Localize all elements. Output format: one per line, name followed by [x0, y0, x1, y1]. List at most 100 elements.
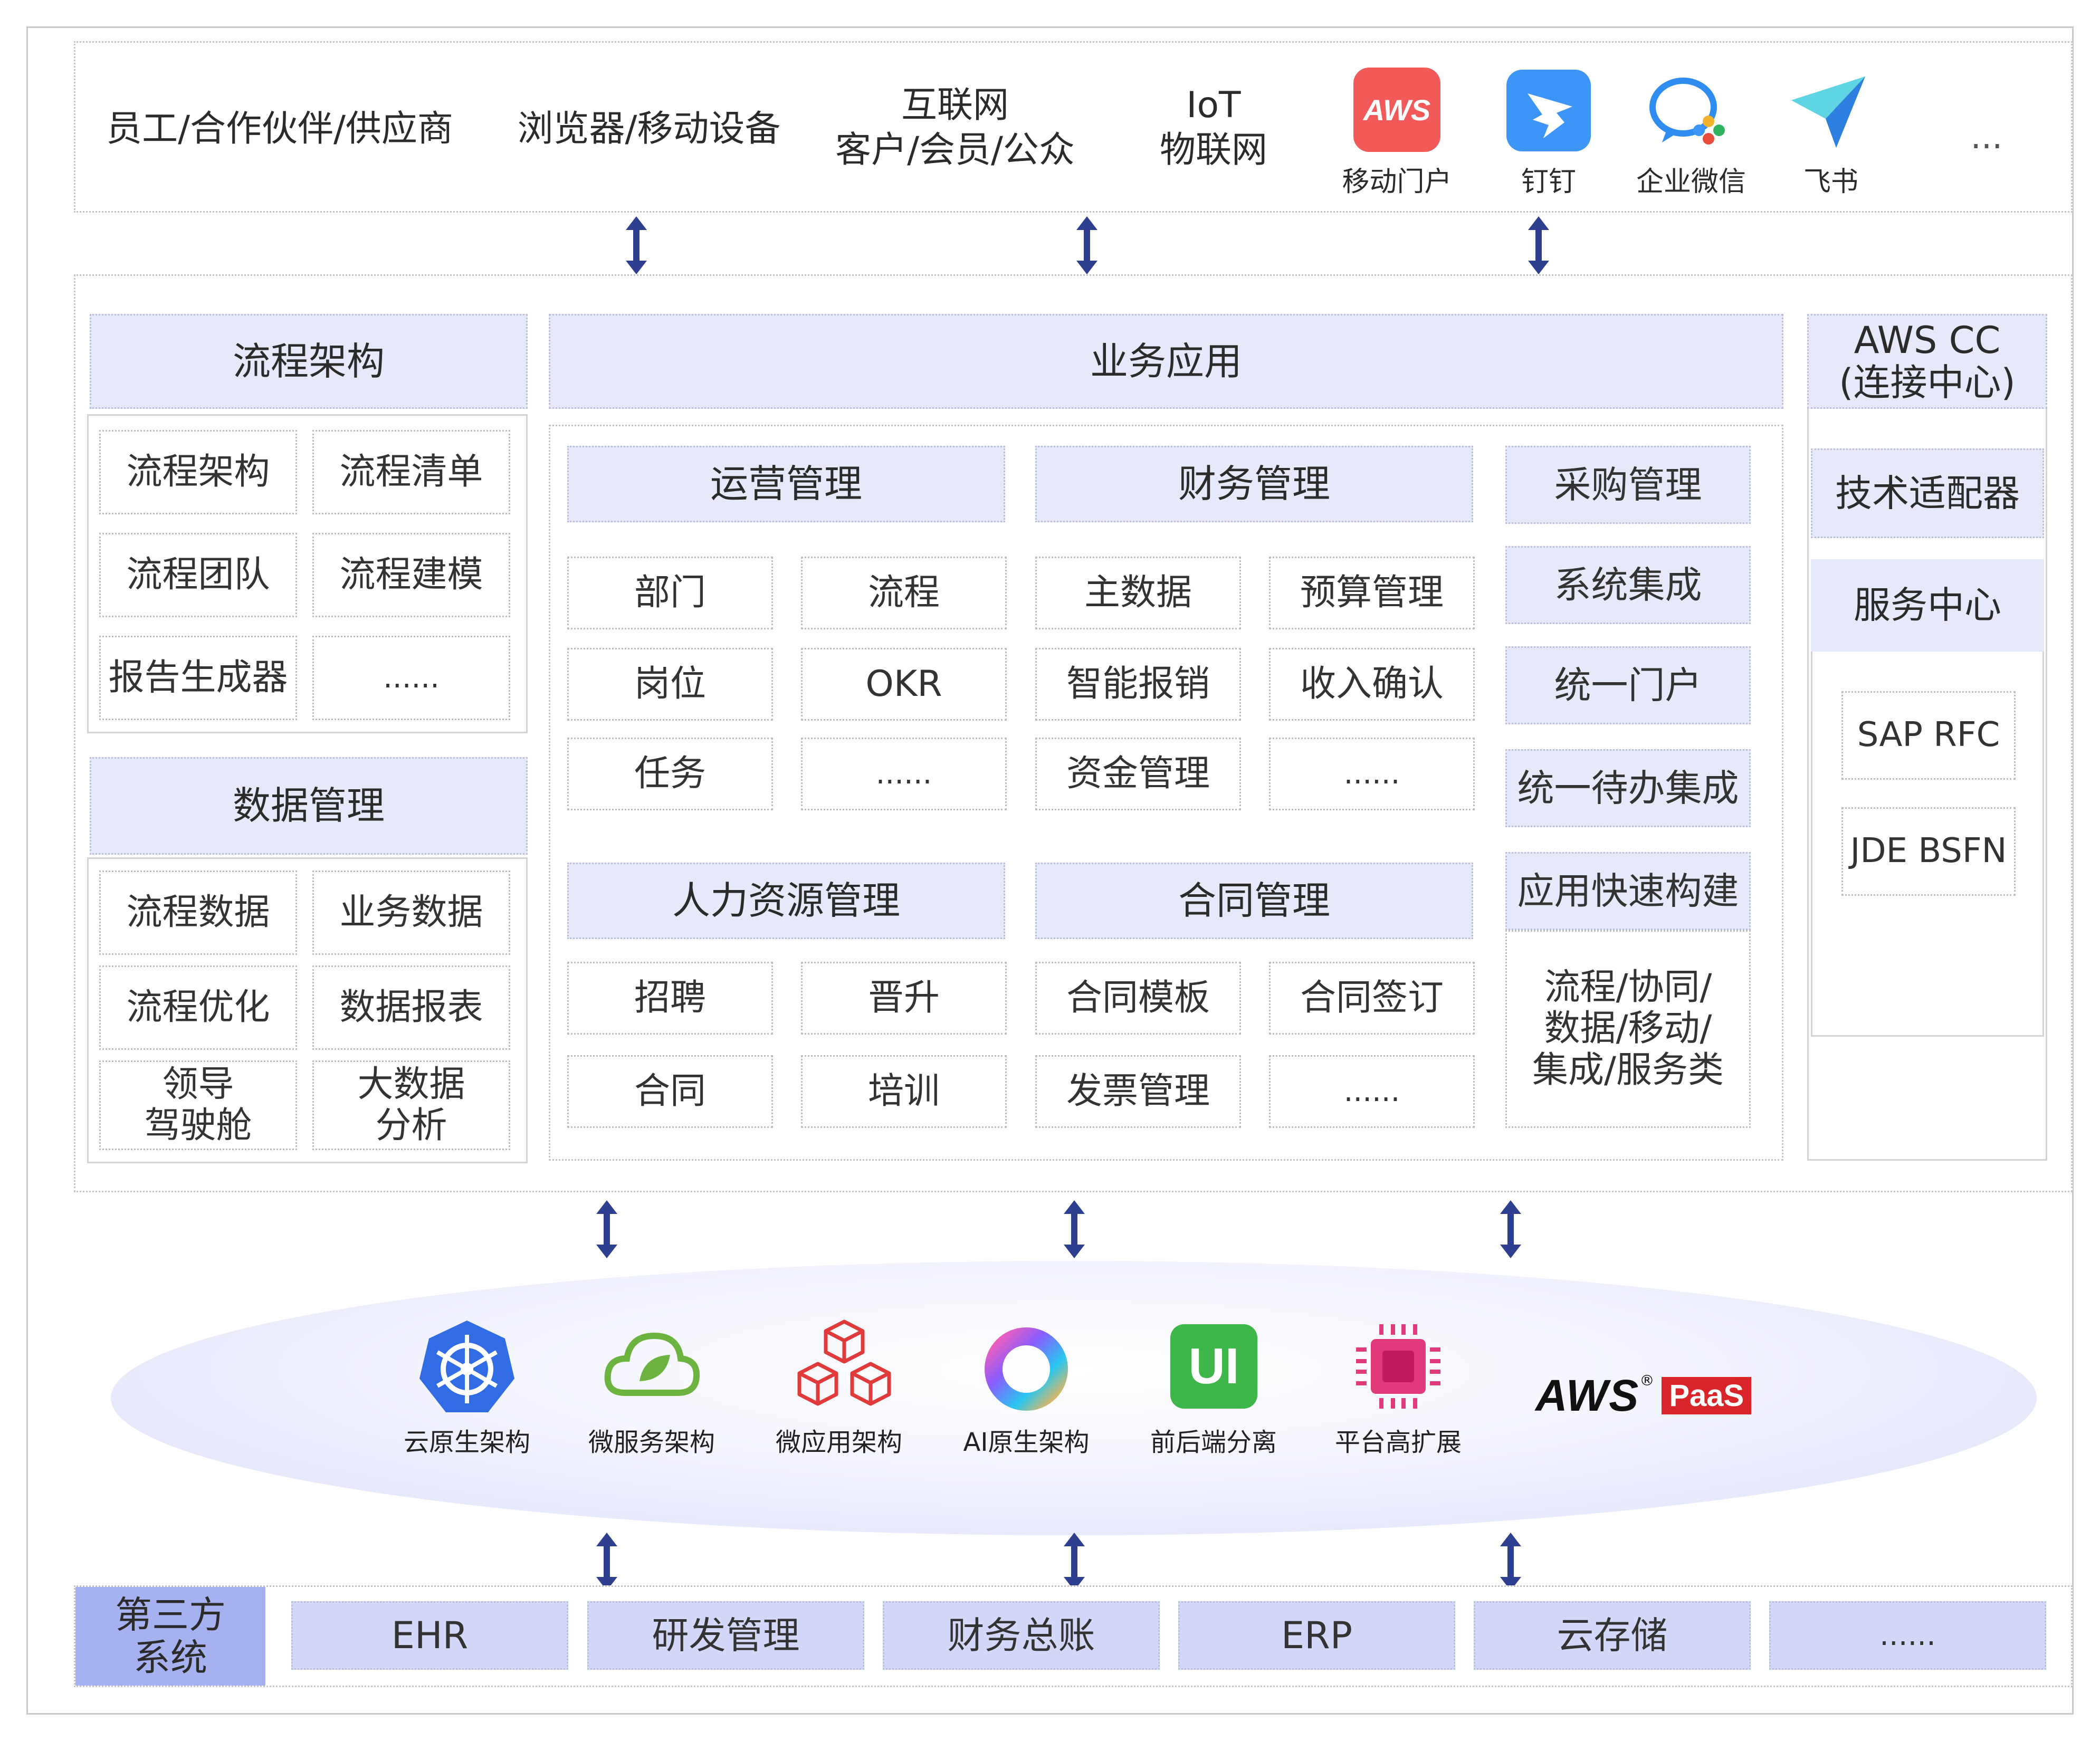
- contract-item: 发票管理: [1035, 1055, 1241, 1128]
- hr-item: 晋升: [801, 962, 1007, 1035]
- leader-cockpit-line2: 驾驶舱: [144, 1105, 252, 1146]
- operations-header: 运营管理: [567, 446, 1005, 522]
- double-arrow-icon: [1500, 1200, 1521, 1258]
- contract-item: 合同模板: [1035, 962, 1241, 1035]
- third-party-item: EHR: [291, 1601, 568, 1670]
- finance-item: 主数据: [1035, 557, 1241, 629]
- data-item: 数据报表: [312, 965, 510, 1050]
- contract-header: 合同管理: [1035, 863, 1473, 939]
- big-data-line2: 分析: [375, 1105, 447, 1146]
- contract-item: ......: [1269, 1055, 1475, 1128]
- unified-portal-item: 统一门户: [1505, 646, 1751, 724]
- aws-paas-logo: AWS ® PaaS: [1535, 1366, 1778, 1424]
- cubes-icon: [789, 1316, 900, 1417]
- finance-item: ......: [1269, 738, 1475, 810]
- tech-adapter-item: 技术适配器: [1811, 448, 2044, 538]
- big-data-line1: 大数据: [357, 1063, 465, 1105]
- tech-label: 微服务架构: [588, 1428, 715, 1458]
- channel-iot-sub: 物联网: [1159, 129, 1267, 171]
- channel-employees: 员工/合作伙伴/供应商: [106, 108, 453, 150]
- finance-item: 收入确认: [1269, 648, 1475, 721]
- app-label-feishu: 飞书: [1803, 166, 1858, 198]
- business-apps-header: 业务应用: [549, 314, 1783, 409]
- contract-item: 合同签订: [1269, 962, 1475, 1035]
- third-party-line1: 第三方: [115, 1593, 226, 1637]
- double-arrow-icon: [626, 216, 647, 274]
- ui-icon-text: UI: [1188, 1338, 1239, 1394]
- hr-item: 培训: [801, 1055, 1007, 1128]
- process-item: 报告生成器: [99, 636, 297, 720]
- third-party-item: 财务总账: [883, 1601, 1160, 1670]
- finance-item: 资金管理: [1035, 738, 1241, 810]
- rapid-build-header: 应用快速构建: [1505, 852, 1751, 930]
- kubernetes-icon: [414, 1316, 520, 1422]
- operations-item: OKR: [801, 648, 1007, 721]
- tech-label: 前后端分离: [1150, 1428, 1277, 1458]
- hr-header: 人力资源管理: [567, 863, 1005, 939]
- rapid-build-line2: 数据/移动/: [1544, 1008, 1712, 1050]
- double-arrow-icon: [1528, 216, 1549, 274]
- third-party-line2: 系统: [133, 1635, 207, 1679]
- app-label-wecom: 企业微信: [1636, 166, 1746, 198]
- finance-item: 智能报销: [1035, 648, 1241, 721]
- more-apps-ellipsis: ...: [1970, 117, 2003, 157]
- big-data-analysis-item: 大数据 分析: [312, 1060, 510, 1150]
- rapid-build-types: 流程/协同/ 数据/移动/ 集成/服务类: [1505, 930, 1751, 1128]
- double-arrow-icon: [596, 1533, 617, 1591]
- operations-item: ......: [801, 738, 1007, 810]
- channel-iot-title: IoT: [1186, 84, 1241, 127]
- app-label-mobile-portal: 移动门户: [1342, 166, 1452, 198]
- data-item: 流程优化: [99, 965, 297, 1050]
- third-party-item: 云存储: [1474, 1601, 1751, 1670]
- process-item: ......: [312, 636, 510, 720]
- service-center-header: 服务中心: [1811, 559, 2044, 652]
- aws-cc-header: AWS CC (连接中心): [1807, 314, 2047, 409]
- double-arrow-icon: [1064, 1533, 1085, 1591]
- tech-label: 云原生架构: [403, 1428, 530, 1458]
- data-item: 业务数据: [312, 870, 510, 955]
- ai-ring-icon: [979, 1322, 1074, 1417]
- leader-cockpit-line1: 领导: [162, 1063, 234, 1105]
- process-item: 流程架构: [99, 430, 297, 514]
- app-label-dingtalk: 钉钉: [1521, 166, 1576, 198]
- operations-item: 流程: [801, 557, 1007, 629]
- third-party-item: ......: [1769, 1601, 2046, 1670]
- aws-cc-title: AWS CC: [1854, 318, 2001, 362]
- unified-todo-item: 统一待办集成: [1505, 749, 1751, 827]
- operations-item: 部门: [567, 557, 773, 629]
- wecom-icon: [1646, 71, 1731, 150]
- operations-item: 任务: [567, 738, 773, 810]
- tech-label: 平台高扩展: [1334, 1428, 1462, 1458]
- chip-icon: [1351, 1319, 1446, 1414]
- paas-badge: PaaS: [1662, 1376, 1752, 1414]
- hr-item: 招聘: [567, 962, 773, 1035]
- channel-internet-sub: 客户/会员/公众: [835, 129, 1075, 171]
- procurement-item: 采购管理: [1505, 446, 1751, 524]
- aws-registered-mark: ®: [1639, 1372, 1655, 1389]
- process-item: 流程建模: [312, 533, 510, 617]
- data-item: 流程数据: [99, 870, 297, 955]
- third-party-item: 研发管理: [587, 1601, 864, 1670]
- feishu-icon: [1786, 74, 1870, 153]
- leader-cockpit-item: 领导 驾驶舱: [99, 1060, 297, 1150]
- double-arrow-icon: [1500, 1533, 1521, 1591]
- process-item: 流程团队: [99, 533, 297, 617]
- double-arrow-icon: [1076, 216, 1097, 274]
- tech-label: 微应用架构: [775, 1428, 902, 1458]
- aws-cc-subtitle: (连接中心): [1839, 361, 2016, 404]
- aws-icon-text: AWS: [1363, 93, 1431, 127]
- dingtalk-icon: [1506, 70, 1591, 151]
- rapid-build-line1: 流程/协同/: [1544, 967, 1712, 1009]
- spring-cloud-icon: [602, 1324, 702, 1409]
- rapid-build-line3: 集成/服务类: [1532, 1049, 1724, 1091]
- channel-internet-title: 互联网: [901, 84, 1009, 127]
- aws-brand-text: AWS: [1535, 1370, 1640, 1420]
- ui-icon: UI: [1170, 1324, 1257, 1409]
- finance-header: 财务管理: [1035, 446, 1473, 522]
- third-party-item: ERP: [1178, 1601, 1455, 1670]
- aws-mobile-portal-icon: AWS: [1353, 68, 1440, 152]
- third-party-label: 第三方 系统: [75, 1587, 265, 1686]
- double-arrow-icon: [596, 1200, 617, 1258]
- tech-label: AI原生架构: [963, 1428, 1090, 1458]
- data-management-header: 数据管理: [90, 757, 528, 855]
